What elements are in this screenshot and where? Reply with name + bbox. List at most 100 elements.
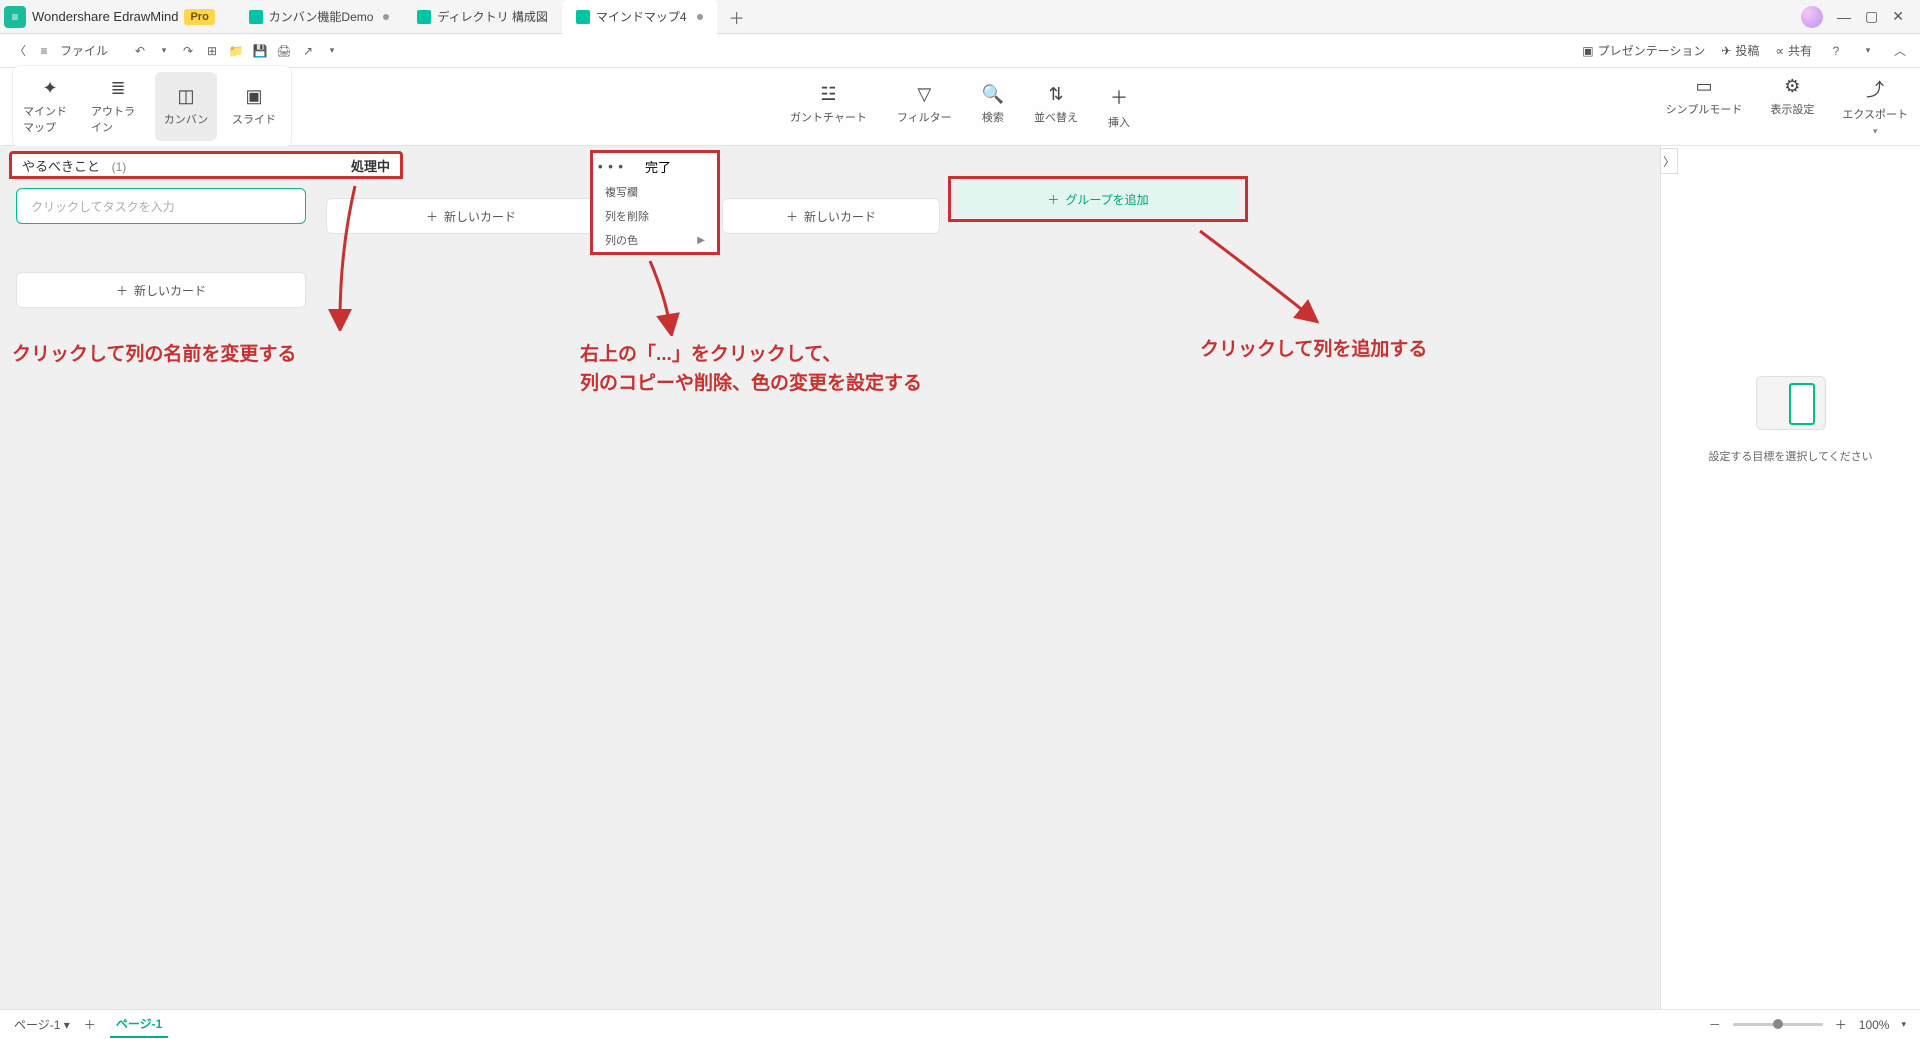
view-mindmap[interactable]: ✦マインドマップ (19, 72, 81, 141)
tab-label: カンバン機能Demo (269, 8, 374, 25)
gantt-icon: ☳ (820, 84, 836, 105)
back-icon[interactable]: 〈 (12, 42, 28, 59)
status-bar: ページ-1 ▾ ＋ ページ-1 － ＋ 100% ▾ (0, 1009, 1920, 1039)
menu-delete-column[interactable]: 列を削除 (593, 204, 717, 228)
zoom-level[interactable]: 100% (1859, 1018, 1890, 1032)
print-icon[interactable]: 🖨 (276, 44, 292, 58)
file-menu[interactable]: ファイル (60, 42, 108, 59)
help-icon[interactable]: ? (1828, 44, 1844, 58)
undo-icon[interactable]: ↶ (132, 44, 148, 58)
add-group-button[interactable]: ＋グループを追加 (959, 183, 1237, 215)
view-outline[interactable]: ≣アウトライン (87, 72, 149, 141)
close-button[interactable]: ✕ (1892, 8, 1904, 25)
column-header-todo[interactable]: やるべきこと (1) 処理中 (9, 151, 403, 179)
chevron-right-icon: ▶ (697, 235, 705, 246)
slide-icon: ▣ (245, 86, 262, 107)
zoom-out-button[interactable]: － (1709, 1016, 1721, 1033)
undo-dropdown-icon[interactable]: ▾ (156, 45, 172, 56)
share-button[interactable]: ∝ 共有 (1775, 42, 1812, 59)
annotation-text-1: クリックして列の名前を変更する (12, 341, 296, 370)
placeholder-text: 設定する目標を選択してください (1708, 448, 1872, 464)
view-switcher: ✦マインドマップ ≣アウトライン ◫カンバン ▣スライド (12, 65, 292, 148)
ribbon-center: ☳ガントチャート ▽フィルター 🔍検索 ⇅並べ替え ＋挿入 (790, 84, 1130, 130)
add-card-button-col1[interactable]: ＋新しいカード (16, 272, 306, 308)
collapse-ribbon-icon[interactable]: ︿ (1892, 42, 1908, 59)
view-kanban[interactable]: ◫カンバン (155, 72, 217, 141)
export-icon[interactable]: ↗ (300, 44, 316, 58)
annotation-text-2: 右上の「...」をクリックして、列のコピーや削除、色の変更を設定する (580, 341, 922, 398)
column-title-done[interactable]: 完了 (629, 157, 717, 176)
filter-button[interactable]: ▽フィルター (897, 84, 952, 130)
menu-copy-column[interactable]: 複写欄 (593, 180, 717, 204)
panel-toggle-button[interactable]: 〉 (1660, 148, 1678, 174)
simple-icon: ▭ (1695, 76, 1712, 97)
view-slide[interactable]: ▣スライド (223, 72, 285, 141)
chevron-down-icon[interactable]: ▾ (1901, 1019, 1906, 1030)
doc-icon (576, 10, 590, 24)
kanban-canvas: やるべきこと (1) 処理中 クリックしてタスクを入力 ＋新しいカード ＋新しい… (0, 146, 1660, 1009)
mindmap-icon: ✦ (42, 78, 57, 99)
save-icon[interactable]: 💾 (252, 44, 268, 58)
menu-icon[interactable]: ≡ (36, 44, 52, 58)
outline-icon: ≣ (110, 78, 125, 99)
user-avatar[interactable] (1801, 6, 1823, 28)
presentation-button[interactable]: ▣ プレゼンテーション (1582, 42, 1705, 59)
placeholder-icon (1756, 376, 1826, 430)
search-button[interactable]: 🔍検索 (982, 84, 1004, 130)
plus-icon: ＋ (1047, 191, 1059, 208)
app-name: Wondershare EdrawMind (32, 9, 178, 24)
export-dropdown-icon[interactable]: ▾ (324, 45, 340, 56)
pro-badge: Pro (184, 9, 214, 25)
ribbon-right: ▭シンプルモード ⚙表示設定 ⤴エクスポート▾ (1666, 76, 1908, 137)
help-dropdown-icon[interactable]: ▾ (1860, 45, 1876, 56)
new-icon[interactable]: ⊞ (204, 44, 220, 58)
display-icon: ⚙ (1784, 76, 1800, 97)
right-panel: 〉 設定する目標を選択してください (1660, 146, 1920, 1009)
maximize-button[interactable]: ▢ (1865, 8, 1878, 25)
zoom-slider[interactable] (1733, 1023, 1823, 1026)
annotation-arrow-1 (320, 181, 380, 331)
sort-icon: ⇅ (1049, 84, 1064, 105)
add-card-button-col3[interactable]: ＋新しいカード (722, 198, 940, 234)
annotation-text-3: クリックして列を追加する (1200, 336, 1427, 365)
dirty-dot-icon (383, 14, 389, 20)
chevron-down-icon: ▾ (1873, 126, 1878, 137)
column-context-menu: • • • 完了 複写欄 列を削除 列の色▶ (590, 150, 720, 255)
export-icon: ⤴ (1866, 76, 1884, 102)
open-icon[interactable]: 📁 (228, 44, 244, 58)
menu-column-color[interactable]: 列の色▶ (593, 228, 717, 252)
dirty-dot-icon (697, 14, 703, 20)
kanban-icon: ◫ (177, 86, 194, 107)
tab-label: ディレクトリ 構成図 (437, 8, 548, 25)
plus-icon: ＋ (786, 208, 798, 225)
sort-button[interactable]: ⇅並べ替え (1034, 84, 1078, 130)
annotation-arrow-3 (1190, 226, 1330, 326)
page-selector[interactable]: ページ-1 ▾ (14, 1016, 70, 1033)
display-settings-button[interactable]: ⚙表示設定 (1770, 76, 1814, 137)
column-count: (1) (112, 160, 127, 174)
gantt-button[interactable]: ☳ガントチャート (790, 84, 867, 130)
insert-button[interactable]: ＋挿入 (1108, 84, 1130, 130)
minimize-button[interactable]: — (1837, 9, 1851, 25)
task-input[interactable]: クリックしてタスクを入力 (16, 188, 306, 224)
simple-mode-button[interactable]: ▭シンプルモード (1666, 76, 1743, 137)
doc-icon (417, 10, 431, 24)
export-button[interactable]: ⤴エクスポート▾ (1842, 76, 1908, 137)
plus-icon: ＋ (426, 208, 438, 225)
zoom-in-button[interactable]: ＋ (1835, 1016, 1847, 1033)
tab-mindmap4[interactable]: マインドマップ4 (562, 0, 717, 34)
new-tab-button[interactable]: ＋ (717, 5, 757, 29)
post-button[interactable]: ✈ 投稿 (1721, 42, 1759, 59)
add-page-button[interactable]: ＋ (84, 1016, 96, 1033)
doc-icon (249, 10, 263, 24)
column-title: やるべきこと (22, 159, 100, 174)
redo-icon[interactable]: ↷ (180, 44, 196, 58)
title-bar: ≡ Wondershare EdrawMind Pro カンバン機能Demo デ… (0, 0, 1920, 34)
plus-icon: ＋ (1110, 84, 1128, 110)
tab-directory[interactable]: ディレクトリ 構成図 (403, 0, 562, 34)
tab-kanban-demo[interactable]: カンバン機能Demo (235, 0, 404, 34)
more-icon[interactable]: • • • (593, 159, 629, 174)
page-tab[interactable]: ページ-1 (110, 1011, 168, 1038)
ribbon: ✦マインドマップ ≣アウトライン ◫カンバン ▣スライド ☳ガントチャート ▽フ… (0, 68, 1920, 146)
add-group-highlight: ＋グループを追加 (948, 176, 1248, 222)
